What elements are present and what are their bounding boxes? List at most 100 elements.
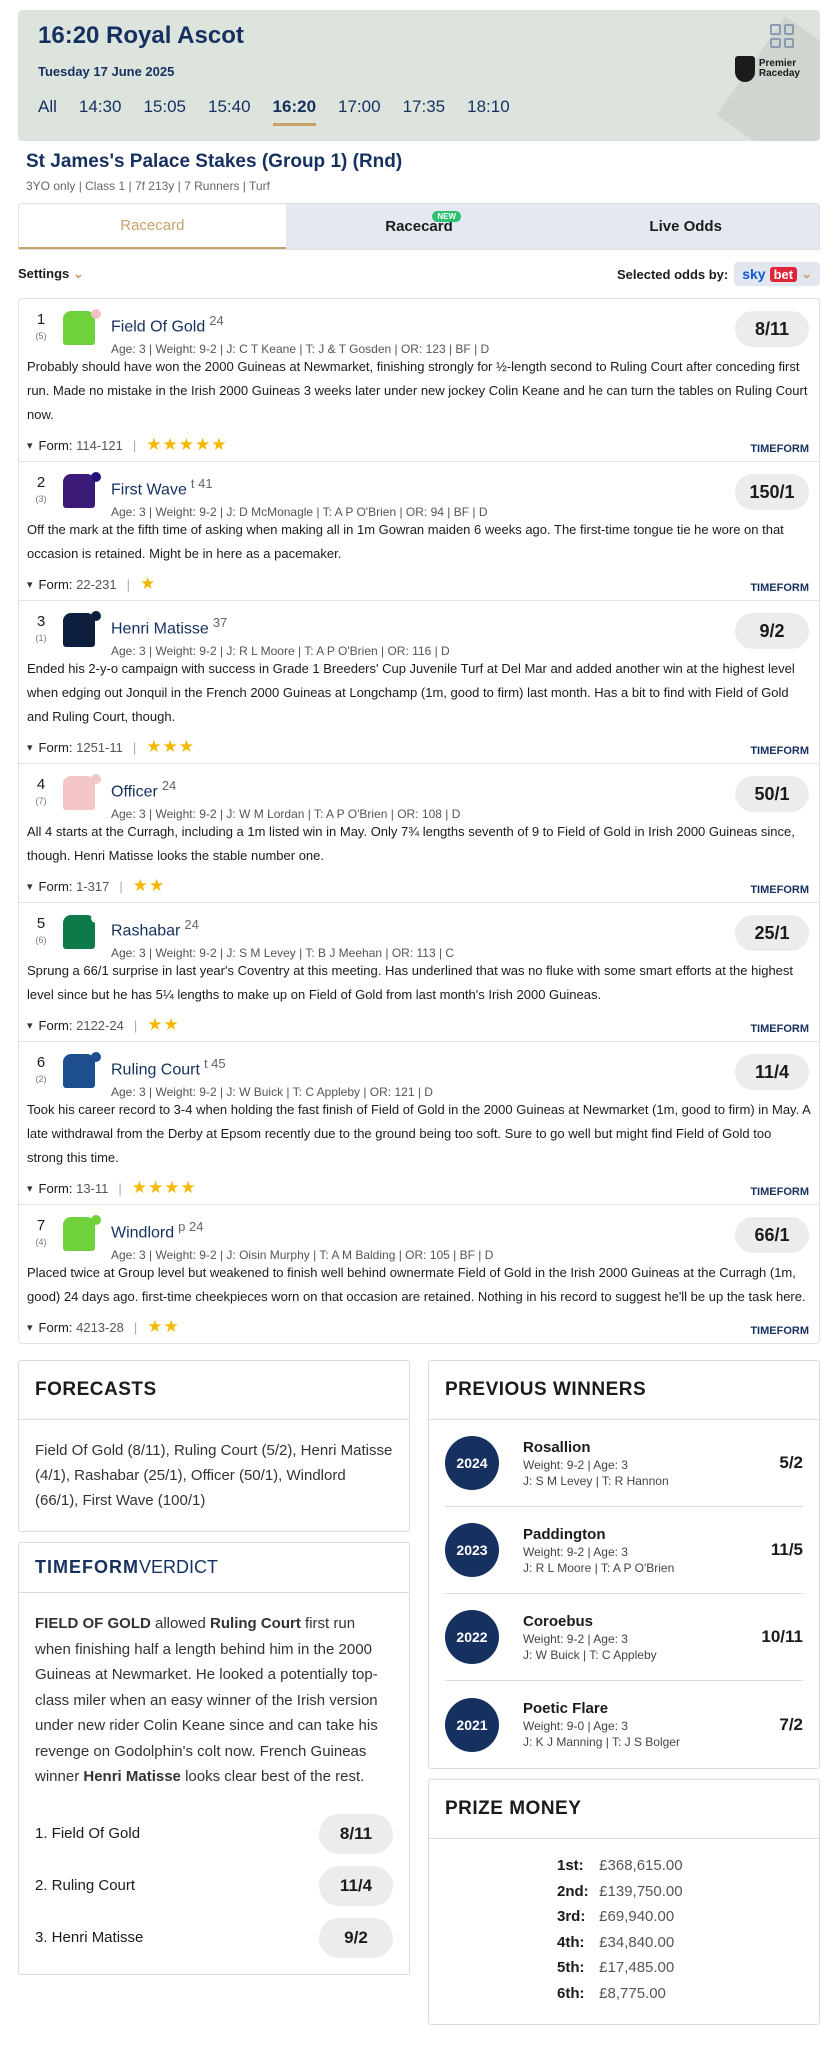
tab-racecard-new[interactable]: Racecard NEW [285,204,553,249]
grid-view-icon[interactable] [770,24,794,48]
jockey-silk-icon [59,309,101,347]
winner-price: 7/2 [779,1714,803,1734]
race-time-0[interactable]: All [38,97,57,126]
premier-raceday-logo: Premier Raceday [734,56,800,82]
runner-row: 5 (6) Rashabar 24 Age: 3 | Weight: 9-2 | J… [19,903,819,1042]
runner-number: 6 (2) [27,1052,55,1086]
runner-row: 6 (2) Ruling Court t 45 Age: 3 | Weight: 9… [19,1042,819,1205]
verdict-pick: 3. Henri Matisse 9/2 [19,1912,409,1964]
year-badge: 2024 [445,1436,499,1490]
odds-button[interactable]: 8/11 [319,1813,393,1854]
odds-provider-select[interactable]: sky bet ⌄ [734,262,820,286]
selected-odds-label: Selected odds by: [616,266,729,282]
horse-name[interactable]: Rashabar [111,922,180,939]
odds-button[interactable]: 25/1 [735,915,809,951]
runner-row: 2 (3) First Wave t 41 Age: 3 | Weight: 9-2… [19,462,819,601]
odds-button[interactable]: 9/2 [735,613,809,649]
draw: (4) [35,1237,47,1247]
race-time-5[interactable]: 17:00 [338,97,381,126]
star-rating: ★★★★★ [146,435,228,454]
horse-name[interactable]: Henri Matisse [111,620,209,637]
chevron-down-icon[interactable]: ▾ [27,1019,33,1032]
odds-button[interactable]: 11/4 [735,1054,809,1090]
runner-comment: Placed twice at Group level but weakened… [27,1265,806,1304]
jockey-silk-icon [59,1052,101,1090]
chevron-down-icon[interactable]: ▾ [27,1182,33,1195]
odds-button[interactable]: 50/1 [735,776,809,812]
new-badge: NEW [432,211,461,222]
winner-price: 5/2 [779,1453,803,1472]
forecasts-title: FORECASTS [19,1361,409,1420]
verdict-header: TIMEFORMVERDICT [19,1543,409,1593]
prize-row: 2nd: £139,750.00 [557,1882,683,1900]
star-rating: ★★ [132,876,166,895]
runner-row: 7 (4) Windlord p 24 Age: 3 | Weight: 9-2 |… [27,1215,809,1337]
odds-button[interactable]: 66/1 [735,1217,809,1253]
odds-button[interactable]: 150/1 [735,474,809,510]
chevron-down-icon[interactable]: ▾ [27,578,33,591]
horse-name[interactable]: Windlord [111,1224,174,1241]
timeform-logo: TIMEFORM [750,443,809,455]
year-badge: 2023 [445,1523,499,1577]
settings-dropdown[interactable]: Settings ⌄ [18,266,84,282]
chevron-down-icon: ⌄ [72,266,84,281]
tab-racecard[interactable]: Racecard [19,204,286,249]
draw: (6) [35,935,47,945]
runner-comment: Off the mark at the fifth time of asking… [27,522,784,561]
runner-row: 4 (7) Officer 24 Age: 3 | Weight: 9-2 | J:… [19,764,819,903]
tab-live-odds[interactable]: Live Odds [552,204,819,249]
horse-sup: 24 [161,778,177,793]
star-rating: ★★★★ [131,1178,197,1197]
horse-sup: p 24 [178,1219,204,1234]
race-time-6[interactable]: 17:35 [403,97,446,126]
runner-number: 3 (1) [27,611,55,645]
prize-row: 1st: £368,615.00 [557,1857,683,1874]
draw: (3) [35,494,47,504]
page-title: 16:20 Royal Ascot [38,22,244,49]
race-time-4[interactable]: 16:20 [272,97,317,126]
horse-name[interactable]: Field Of Gold [111,318,205,335]
prize-row: 3rd: £69,940.00 [557,1908,675,1925]
settings-bar: Settings ⌄ Selected odds by: sky bet ⌄ [18,250,820,298]
chevron-down-icon: ⌄ [801,266,812,281]
previous-winner: 2022 Coroebus Weight: 9-2 | Age: 3 J: W Bui… [445,1594,803,1681]
horse-name[interactable]: First Wave [111,481,187,498]
horse-sup: 24 [184,917,199,932]
forecasts-card: FORECASTS Field Of Gold (8/11), Ruling C… [18,1360,410,1532]
race-time-1[interactable]: 14:30 [79,97,122,126]
star-rating: ★★ [147,1317,180,1336]
chevron-down-icon[interactable]: ▾ [27,741,33,754]
prize-row: 6th: £8,775.00 [557,1984,666,2002]
runner-comment: Took his career record to 3-4 when holdi… [27,1102,811,1165]
chevron-down-icon[interactable]: ▾ [27,1321,33,1334]
horse-name[interactable]: Ruling Court [111,1061,200,1078]
prize-row: 5th: £17,485.00 [557,1959,675,1976]
odds-button[interactable]: 9/2 [319,1917,393,1958]
form-figures: 13-11 [76,1180,109,1196]
star-rating: ★★★ [146,737,195,756]
chevron-down-icon[interactable]: ▾ [27,439,33,452]
horse-sup: t 41 [190,476,213,491]
runner-number: 5 (6) [27,913,55,947]
previous-winners-title: PREVIOUS WINNERS [429,1361,819,1420]
race-time-nav: All 14:30 15:05 15:40 16:20 17:00 17:35 18:10 [38,97,800,126]
race-time-3[interactable]: 15:40 [208,97,251,126]
previous-winner: 2024 Rosallion Weight: 9-2 | Age: 3 J: S M … [445,1420,803,1507]
odds-button[interactable]: 11/4 [319,1865,393,1906]
form-figures: 22-231 [76,576,117,592]
verdict-pick: 1. Field Of Gold 8/11 [19,1808,409,1860]
chevron-down-icon[interactable]: ▾ [27,880,33,893]
year-badge: 2021 [445,1697,499,1752]
horse-name[interactable]: Officer [111,783,158,800]
runner-list: 1 (5) Field Of Gold 24 Age: 3 | Weight: 9-… [18,298,820,1344]
runner-number: 4 (7) [27,774,55,808]
timeform-logo: TIMEFORM [750,1186,809,1198]
race-time-2[interactable]: 15:05 [143,97,186,126]
winner-price: 10/11 [761,1627,803,1646]
runner-comment: Sprung a 66/1 surprise in last year's Co… [27,963,794,1002]
race-time-7[interactable]: 18:10 [467,97,510,126]
form-figures: 4213-28 [76,1319,124,1335]
verdict-card: TIMEFORMVERDICT FIELD OF GOLD allowed Ru… [18,1542,410,1975]
form-figures: 1-317 [76,878,110,894]
odds-button[interactable]: 8/11 [735,311,809,347]
